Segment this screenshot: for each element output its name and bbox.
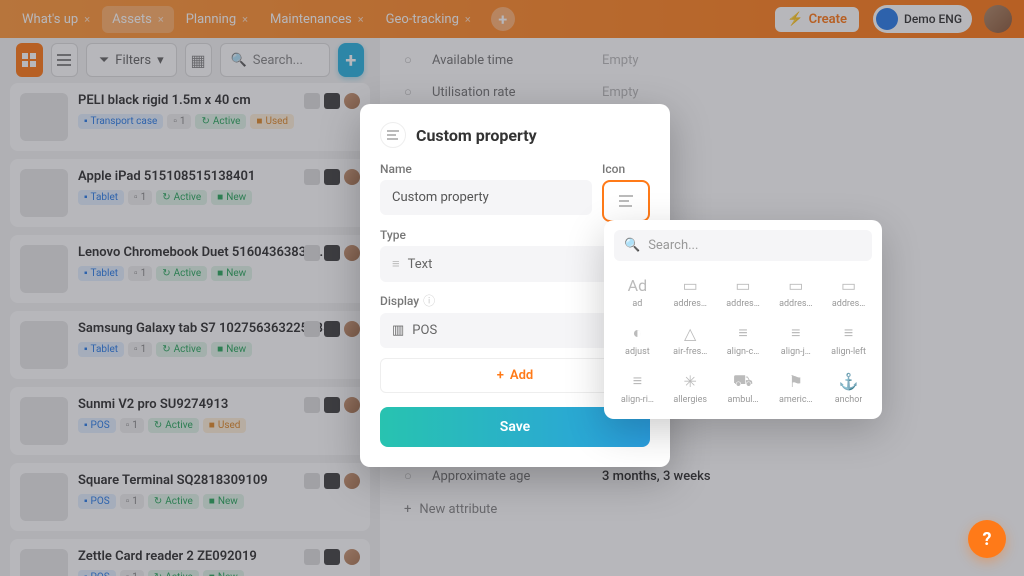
type-value: Text (408, 257, 433, 272)
icon-option-ad[interactable]: Ad ad (614, 271, 661, 313)
icon-option-label: addres… (673, 299, 706, 309)
icon-option-air-fres-[interactable]: △ air-fres… (667, 319, 714, 361)
icon-search-input[interactable]: 🔍 Search... (614, 230, 872, 261)
text-lines-icon (619, 195, 633, 207)
align-left-icon: ≡ (839, 323, 859, 343)
icon-option-adjust[interactable]: ◐ adjust (614, 319, 661, 361)
americ…-icon: ⚑ (786, 371, 806, 391)
icon-option-label: americ… (779, 395, 813, 405)
icon-picker-button[interactable] (602, 180, 650, 222)
display-item-icon: ▥ (392, 323, 404, 338)
icon-option-label: allergies (673, 395, 707, 405)
icon-option-label: addres… (832, 299, 865, 309)
icon-option-addres-[interactable]: ▭ addres… (772, 271, 819, 313)
icon-option-addres-[interactable]: ▭ addres… (825, 271, 872, 313)
icon-option-label: align-j… (781, 347, 811, 357)
icon-option-label: addres… (726, 299, 759, 309)
add-label: Add (510, 368, 533, 383)
name-label: Name (380, 162, 592, 176)
modal-title: Custom property (416, 126, 537, 145)
icon-option-label: anchor (835, 395, 863, 405)
align-ri…-icon: ≡ (627, 371, 647, 391)
align-c…-icon: ≡ (733, 323, 753, 343)
property-icon (380, 122, 406, 148)
name-input[interactable] (380, 180, 592, 215)
info-icon: ⓘ (423, 292, 435, 309)
icon-option-align-c-[interactable]: ≡ align-c… (720, 319, 767, 361)
icon-label: Icon (602, 162, 650, 176)
ambul…-icon: ⛟ (733, 371, 753, 391)
addres…-icon: ▭ (733, 275, 753, 295)
icon-option-addres-[interactable]: ▭ addres… (720, 271, 767, 313)
icon-option-americ-[interactable]: ⚑ americ… (772, 367, 819, 409)
adjust-icon: ◐ (627, 323, 647, 343)
icon-option-align-ri-[interactable]: ≡ align-ri… (614, 367, 661, 409)
air-fres…-icon: △ (680, 323, 700, 343)
addres…-icon: ▭ (839, 275, 859, 295)
icon-option-addres-[interactable]: ▭ addres… (667, 271, 714, 313)
addres…-icon: ▭ (786, 275, 806, 295)
search-icon: 🔍 (624, 238, 640, 253)
align-j…-icon: ≡ (786, 323, 806, 343)
addres…-icon: ▭ (680, 275, 700, 295)
icon-option-label: air-fres… (673, 347, 707, 357)
allergies-icon: ✳ (680, 371, 700, 391)
icon-option-label: align-left (831, 347, 866, 357)
display-item-label: POS (412, 323, 437, 338)
icon-search-placeholder: Search... (648, 238, 698, 253)
text-type-icon: ≡ (392, 256, 400, 272)
icon-option-label: ambul… (727, 395, 758, 405)
icon-option-label: adjust (625, 347, 650, 357)
icon-option-align-j-[interactable]: ≡ align-j… (772, 319, 819, 361)
icon-option-anchor[interactable]: ⚓ anchor (825, 367, 872, 409)
icon-option-ambul-[interactable]: ⛟ ambul… (720, 367, 767, 409)
anchor-icon: ⚓ (839, 371, 859, 391)
icon-option-align-left[interactable]: ≡ align-left (825, 319, 872, 361)
icon-picker-popover: 🔍 Search... Ad ad ▭ addres… ▭ addres… ▭ addres…… (604, 220, 882, 419)
icon-option-label: align-c… (727, 347, 760, 357)
icon-option-allergies[interactable]: ✳ allergies (667, 367, 714, 409)
plus-icon: + (497, 368, 504, 383)
icon-option-label: ad (632, 299, 642, 309)
icon-option-label: align-ri… (621, 395, 654, 405)
help-button[interactable]: ? (968, 520, 1006, 558)
ad-icon: Ad (627, 275, 647, 295)
icon-option-label: addres… (779, 299, 812, 309)
